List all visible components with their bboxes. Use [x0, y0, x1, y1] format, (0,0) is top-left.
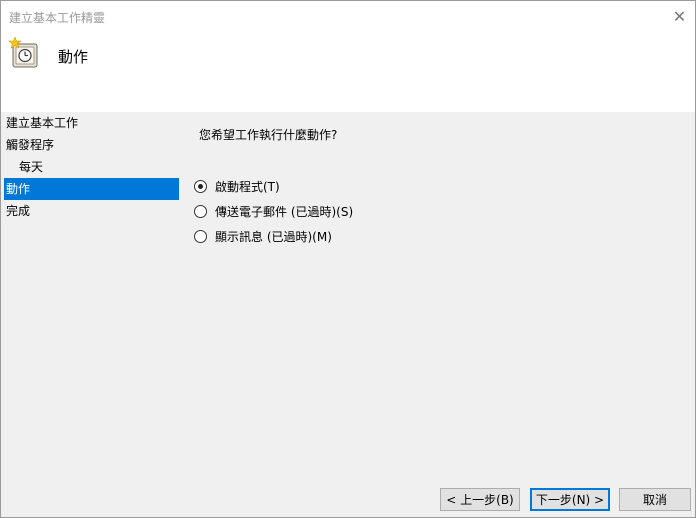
- clock-icon: [8, 37, 38, 68]
- radio-display-message[interactable]: [194, 229, 207, 243]
- step-trigger[interactable]: 觸發程序: [1, 134, 179, 156]
- next-button[interactable]: 下一步(N) >: [530, 488, 610, 511]
- radio-start-program[interactable]: [194, 179, 207, 193]
- window-title: 建立基本工作精靈: [9, 11, 106, 25]
- close-button[interactable]: ✕: [664, 1, 695, 32]
- step-create-basic-task[interactable]: 建立基本工作: [1, 112, 179, 134]
- page-title: 動作: [58, 48, 89, 66]
- option-label: 啟動程式(T): [215, 179, 280, 194]
- option-display-message[interactable]: 顯示訊息 (已過時)(M): [194, 227, 332, 245]
- title-bar: 建立基本工作精靈 ✕: [1, 1, 695, 32]
- wizard-steps: 建立基本工作 觸發程序 每天 動作 完成: [1, 112, 179, 222]
- option-label: 顯示訊息 (已過時)(M): [215, 229, 332, 244]
- wizard-window: 建立基本工作精靈 ✕ 動作 建立基本工作 觸發程序 每天 動作 完成 您希望工作…: [0, 0, 696, 518]
- step-daily[interactable]: 每天: [1, 156, 179, 178]
- wizard-header: 動作: [1, 32, 695, 112]
- option-label: 傳送電子郵件 (已過時)(S): [215, 204, 354, 219]
- close-icon: ✕: [672, 7, 687, 26]
- step-finish[interactable]: 完成: [1, 200, 179, 222]
- option-send-email[interactable]: 傳送電子郵件 (已過時)(S): [194, 202, 353, 220]
- step-action[interactable]: 動作: [4, 178, 179, 200]
- radio-send-email[interactable]: [194, 204, 207, 218]
- cancel-button[interactable]: 取消: [619, 488, 691, 511]
- option-start-program[interactable]: 啟動程式(T): [194, 177, 280, 195]
- back-button[interactable]: < 上一步(B): [440, 488, 520, 511]
- action-prompt: 您希望工作執行什麼動作?: [199, 128, 338, 142]
